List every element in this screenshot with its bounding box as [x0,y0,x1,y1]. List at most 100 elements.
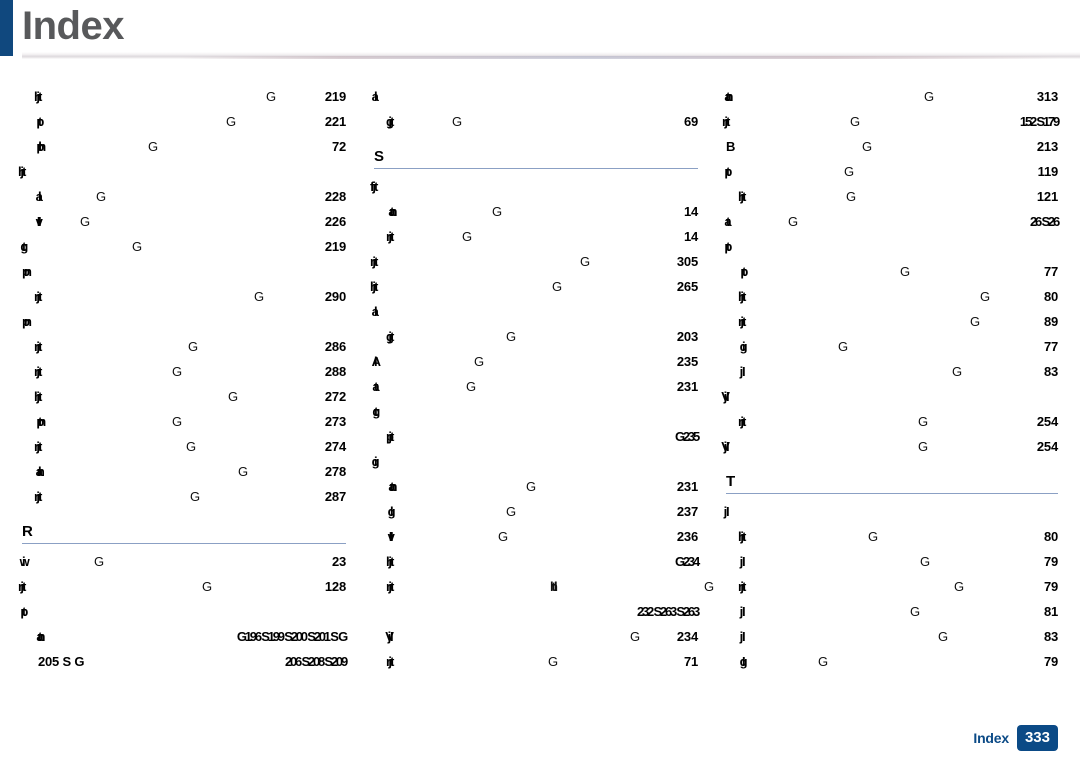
index-entry-page-number[interactable]: 231 [677,374,698,399]
index-entry[interactable]: IjG83 [726,624,1058,649]
index-entry[interactable]: tjnG287 [22,484,346,509]
index-entry[interactable]: tp G 77 [726,259,1058,284]
index-entry[interactable]: tjhG234 [374,549,700,574]
index-entry-page-number[interactable]: G234 [675,549,700,574]
index-entry[interactable]: tp G 119 [726,159,1058,184]
index-entry-page-number[interactable]: 83 [1044,359,1058,384]
index-entry-page-number[interactable]: 77 [1044,259,1058,284]
index-entry-page-number[interactable]: 290 [325,284,346,309]
index-entry[interactable]: lan G 278 [22,459,346,484]
index-entry-page-number[interactable]: 80 [1044,284,1058,309]
index-entry-continuation[interactable]: 205 S G 206 S208 S209 [22,649,348,674]
index-entry-page-number[interactable]: 272 [325,384,346,409]
index-entry-page-number[interactable]: 89 [1044,309,1058,334]
index-entry-page-number[interactable]: 235 [677,349,698,374]
index-entry[interactable]: lgG237 [374,499,698,524]
index-entry[interactable]: pn [22,309,346,334]
index-entry-page-number[interactable]: 81 [1044,599,1058,624]
index-entry[interactable]: tjnG79 [726,574,1058,599]
index-entry[interactable]: IjVG234 [374,624,698,649]
index-entry[interactable]: tan G196 S199 S200 S201 S G [22,624,348,649]
index-entry-page-number[interactable]: 79 [1044,649,1058,674]
index-entry-page-number[interactable]: 119 [1038,159,1059,184]
index-entry-page-number[interactable]: 128 [325,574,346,599]
index-entry-page-number[interactable]: 231 [677,474,698,499]
index-entry-page-number[interactable]: 80 [1044,524,1058,549]
index-entry[interactable]: tp G 221 [22,109,346,134]
index-entry-page-number[interactable]: 232 S263 S263 [637,599,700,624]
index-entry[interactable]: IvIG236 [374,524,698,549]
index-entry[interactable]: tjpG235 [374,424,700,449]
index-entry-page-number[interactable]: 274 [325,434,346,459]
index-entry[interactable]: IgG79 [726,649,1058,674]
index-entry[interactable]: IjG79 [726,549,1058,574]
index-entry-page-number[interactable]: 219 [325,84,346,109]
index-entry-page-number[interactable]: 79 [1044,574,1058,599]
index-entry-page-number[interactable]: 152 S179 [1020,109,1060,134]
index-entry[interactable]: IvIG226 [22,209,346,234]
index-entry-page-number[interactable]: 254 [1037,434,1058,459]
index-entry-page-number[interactable]: 278 [325,459,346,484]
index-entry[interactable]: IjG81 [726,599,1058,624]
index-entry[interactable]: tan G 231 [374,474,698,499]
index-entry[interactable]: tjgG69 [374,109,698,134]
index-entry[interactable]: tjhG265 [374,274,698,299]
index-entry-page-number[interactable]: 287 [325,484,346,509]
index-entry[interactable]: Ij [726,499,1058,524]
index-entry[interactable]: laG228 [22,184,346,209]
index-entry-page-number[interactable]: G235 [675,424,700,449]
index-entry[interactable]: tp [22,599,346,624]
index-entry-page-number[interactable]: 237 [677,499,698,524]
index-entry[interactable]: tjhG272 [22,384,346,409]
index-entry-page-number[interactable]: 221 [325,109,346,134]
index-entry[interactable]: tjnG254 [726,409,1058,434]
index-entry[interactable]: tjnG305 [374,249,698,274]
index-entry-page-number[interactable]: 273 [325,409,346,434]
index-entry[interactable]: tjnG286 [22,334,346,359]
index-entry-page-number[interactable]: 228 [325,184,346,209]
index-entry[interactable]: tan G 14 [374,199,698,224]
index-entry-page-number[interactable]: 69 [684,109,698,134]
index-entry-page-number[interactable]: 213 [1037,134,1058,159]
index-entry[interactable]: iw G 23 [22,549,346,574]
index-entry[interactable]: IjG83 [726,359,1058,384]
index-entry[interactable]: tjnG274 [22,434,346,459]
index-entry[interactable]: tg [374,399,698,424]
index-entry[interactable]: tjnG71 [374,649,698,674]
index-entry-page-number[interactable]: 26 S26 [1030,209,1060,234]
index-entry[interactable]: la [374,299,698,324]
index-entry[interactable]: IjV [726,384,1058,409]
index-entry-page-number[interactable]: 305 [677,249,698,274]
index-entry[interactable]: tg G 219 [22,234,346,259]
index-entry[interactable]: lA G 235 [374,349,698,374]
index-entry[interactable]: tan G 313 [726,84,1058,109]
index-entry-page-number[interactable]: 288 [325,359,346,384]
index-entry[interactable]: tjhG121 [726,184,1058,209]
index-entry-page-number[interactable]: 219 [325,234,346,259]
index-entry[interactable]: ig [374,449,698,474]
index-entry[interactable]: pn [22,259,346,284]
index-entry[interactable]: tjhG219 [22,84,346,109]
index-entry-page-number[interactable]: 14 [684,224,698,249]
index-entry-page-number[interactable]: 265 [677,274,698,299]
index-entry-page-number[interactable]: 206 S208 S209 [285,649,348,674]
index-entry-page-number[interactable]: 71 [684,649,698,674]
index-entry[interactable]: igG77 [726,334,1058,359]
index-entry[interactable]: tjnG89 [726,309,1058,334]
index-entry-page-number[interactable]: 83 [1044,624,1058,649]
index-entry[interactable]: taG26 S26 [726,209,1060,234]
index-entry[interactable]: tjh [22,159,346,184]
index-entry[interactable]: tjnG290 [22,284,346,309]
index-entry-page-number[interactable]: 79 [1044,549,1058,574]
index-entry-page-number[interactable]: 203 [677,324,698,349]
index-entry-page-number[interactable]: 121 [1037,184,1058,209]
index-entry[interactable]: la [374,84,698,109]
index-entry[interactable]: tjf [374,174,698,199]
index-entry[interactable]: B G 213 [726,134,1058,159]
index-entry-page-number[interactable]: 286 [325,334,346,359]
index-entry[interactable]: tjnG288 [22,359,346,384]
index-entry-page-number[interactable]: 14 [684,199,698,224]
index-entry-page-number[interactable]: 313 [1037,84,1058,109]
index-entry-continuation[interactable]: 232 S263 S263 [374,599,700,624]
index-entry[interactable]: tp [726,234,1058,259]
